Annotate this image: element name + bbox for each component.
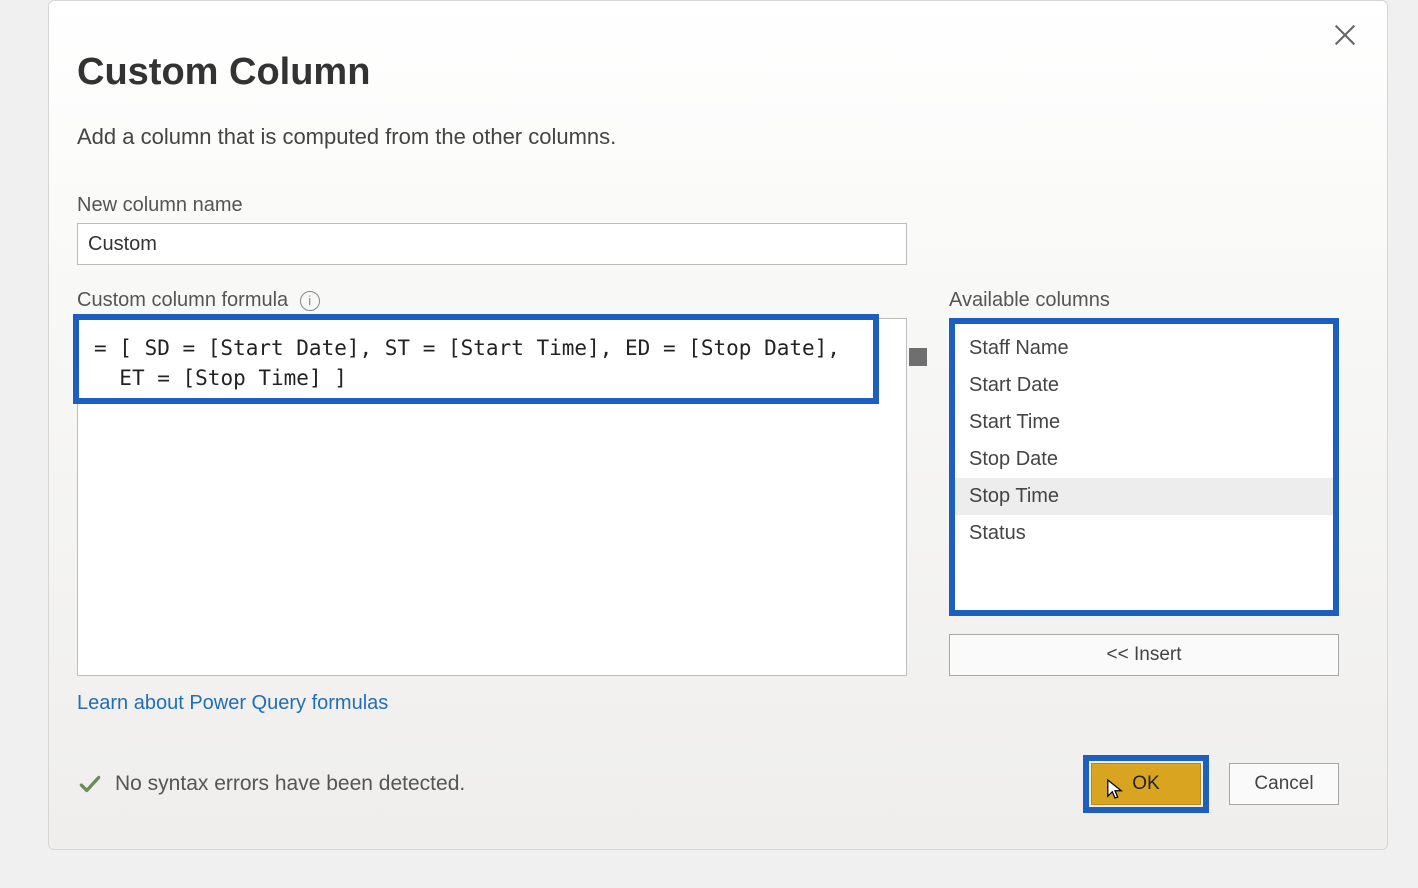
formula-label: Custom column formula i [77, 289, 907, 312]
column-item[interactable]: Start Time [955, 404, 1333, 441]
ok-button-label: OK [1132, 773, 1159, 794]
dialog-subtitle: Add a column that is computed from the o… [77, 124, 1339, 150]
insert-button[interactable]: << Insert [949, 634, 1339, 676]
column-item[interactable]: Stop Date [955, 441, 1333, 478]
available-columns-label: Available columns [949, 289, 1339, 312]
annotation-box-ok: OK [1083, 755, 1209, 813]
available-columns-list[interactable]: Staff NameStart DateStart TimeStop DateS… [949, 318, 1339, 616]
status-text: No syntax errors have been detected. [115, 772, 465, 796]
column-item[interactable]: Status [955, 515, 1333, 552]
scrollbar-thumb[interactable] [909, 348, 927, 366]
status-area: No syntax errors have been detected. [77, 771, 465, 797]
new-column-name-input[interactable] [77, 223, 907, 265]
column-item[interactable]: Start Date [955, 367, 1333, 404]
formula-input[interactable] [77, 318, 907, 676]
column-item[interactable]: Staff Name [955, 330, 1333, 367]
cursor-icon [1106, 778, 1124, 800]
dialog-title: Custom Column [77, 51, 1339, 94]
column-item[interactable]: Stop Time [955, 478, 1333, 515]
learn-link[interactable]: Learn about Power Query formulas [77, 692, 907, 715]
cancel-button[interactable]: Cancel [1229, 763, 1339, 805]
formula-label-text: Custom column formula [77, 289, 288, 311]
ok-button[interactable]: OK [1091, 763, 1201, 805]
check-icon [77, 771, 103, 797]
info-icon[interactable]: i [300, 291, 320, 311]
custom-column-dialog: Custom Column Add a column that is compu… [48, 0, 1388, 850]
close-icon[interactable] [1331, 21, 1359, 49]
new-column-name-label: New column name [77, 194, 1339, 217]
